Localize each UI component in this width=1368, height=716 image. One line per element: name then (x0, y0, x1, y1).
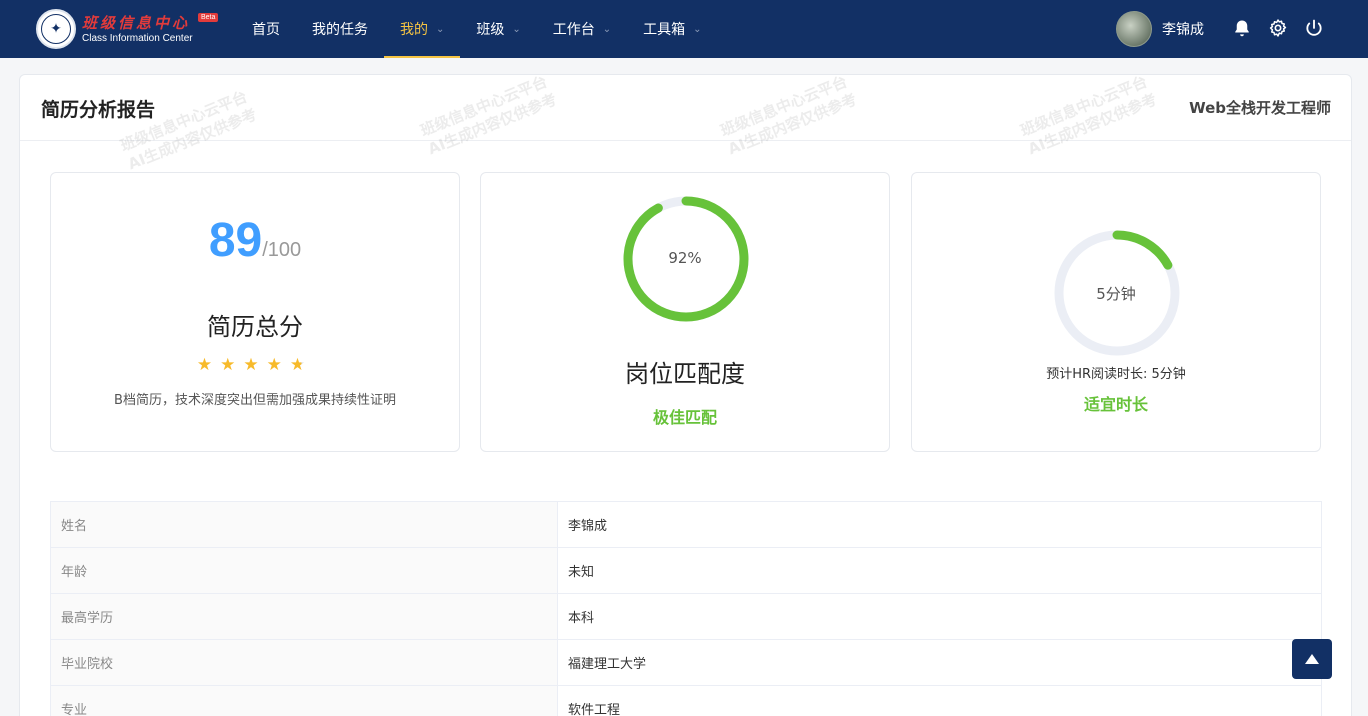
logo-title-cn: 班级信息中心 (82, 13, 191, 32)
nav-item-home[interactable]: 首页 (236, 0, 296, 58)
top-navbar: ✦ 班级信息中心 Class Information Center Beta 首… (0, 0, 1368, 58)
star-rating: ★★★★★ (51, 355, 459, 375)
card-header: 简历分析报告 Web全栈开发工程师 (20, 75, 1351, 141)
bell-icon[interactable] (1232, 18, 1252, 38)
info-value: 福建理工大学 (557, 639, 1322, 686)
match-label: 岗位匹配度 (625, 360, 745, 388)
reading-time-value: 5分钟 (1096, 285, 1136, 303)
half-star-icon: ★ (289, 355, 314, 375)
chevron-down-icon: ⌄ (512, 23, 521, 35)
back-to-top-button[interactable] (1292, 639, 1332, 679)
score-value: 89 (208, 214, 263, 267)
logo-emblem-icon: ✦ (36, 9, 76, 49)
chevron-down-icon: ⌄ (693, 23, 702, 35)
info-key: 年龄 (50, 547, 558, 594)
score-total: /100 (262, 239, 302, 261)
table-row: 毕业院校 福建理工大学 (50, 639, 1322, 686)
star-icon: ★ (243, 355, 267, 375)
user-menu[interactable]: 李锦成 (1116, 11, 1204, 47)
nav-item-label: 首页 (252, 22, 280, 38)
logo-title-en: Class Information Center (82, 32, 193, 44)
table-row: 最高学历 本科 (50, 593, 1322, 640)
job-match-card: 92% 岗位匹配度 极佳匹配 (480, 172, 890, 452)
score-display: 89/100 (51, 213, 459, 268)
basic-info-table: 姓名 李锦成 年龄 未知 最高学历 本科 毕业院校 福建理工大学 专业 软件工程 (50, 501, 1322, 716)
nav-item-label: 工作台 (552, 22, 595, 38)
match-percent: 92% (668, 249, 702, 267)
nav-item-workbench[interactable]: 工作台 ⌄ (537, 0, 627, 58)
info-key: 专业 (50, 685, 558, 716)
score-description: B档简历，技术深度突出但需加强成果持续性证明 (114, 393, 396, 408)
table-row: 专业 软件工程 (50, 685, 1322, 716)
star-icon: ★ (196, 355, 221, 375)
reading-time-note: 预计HR阅读时长: 5分钟 (1046, 367, 1186, 382)
avatar[interactable] (1116, 11, 1152, 47)
info-key: 毕业院校 (50, 639, 558, 686)
nav-item-mine[interactable]: 我的 ⌄ (384, 0, 461, 58)
reading-time-tag: 适宜时长 (1083, 395, 1148, 414)
table-row: 年龄 未知 (50, 547, 1322, 594)
reading-time-card: 5分钟 预计HR阅读时长: 5分钟 适宜时长 (911, 172, 1321, 452)
nav-item-toolbox[interactable]: 工具箱 ⌄ (627, 0, 717, 58)
arrow-up-icon (1305, 654, 1319, 664)
chevron-down-icon: ⌄ (602, 23, 612, 35)
total-score-card: 89/100 简历总分 ★★★★★ B档简历，技术深度突出但需加强成果持续性证明 (50, 172, 460, 452)
match-tag: 极佳匹配 (652, 408, 717, 427)
info-value: 未知 (557, 547, 1322, 594)
nav-item-my-tasks[interactable]: 我的任务 (296, 0, 384, 58)
table-row: 姓名 李锦成 (50, 501, 1322, 548)
info-value: 本科 (557, 593, 1322, 640)
info-key: 姓名 (50, 501, 558, 548)
power-icon[interactable] (1304, 18, 1324, 38)
gear-icon[interactable] (1268, 18, 1288, 38)
nav-item-label: 班级 (476, 22, 505, 38)
resume-report-card: 简历分析报告 Web全栈开发工程师 班级信息中心云平台 AI生成内容仅供参考 班级… (19, 74, 1352, 716)
main-nav: 首页 我的任务 我的 ⌄ 班级 ⌄ 工作台 ⌄ 工具箱 ⌄ (236, 0, 718, 58)
nav-item-label: 我的 (400, 22, 428, 38)
user-name[interactable]: 李锦成 (1162, 19, 1204, 39)
star-icon: ★ (220, 355, 244, 375)
beta-badge: Beta (198, 12, 219, 22)
info-value: 李锦成 (557, 501, 1322, 548)
logo-text: 班级信息中心 Class Information Center Beta (82, 12, 219, 45)
score-label: 简历总分 (207, 313, 303, 341)
page-title: 简历分析报告 (41, 99, 156, 121)
nav-item-label: 我的任务 (312, 22, 368, 38)
nav-item-label: 工具箱 (643, 22, 686, 38)
info-value: 软件工程 (557, 685, 1322, 716)
star-icon: ★ (266, 355, 290, 375)
chevron-down-icon: ⌄ (436, 23, 445, 35)
nav-item-class[interactable]: 班级 ⌄ (460, 0, 536, 58)
info-key: 最高学历 (50, 593, 558, 640)
target-position: Web全栈开发工程师 (1189, 99, 1331, 117)
site-logo[interactable]: ✦ 班级信息中心 Class Information Center Beta (36, 9, 219, 49)
